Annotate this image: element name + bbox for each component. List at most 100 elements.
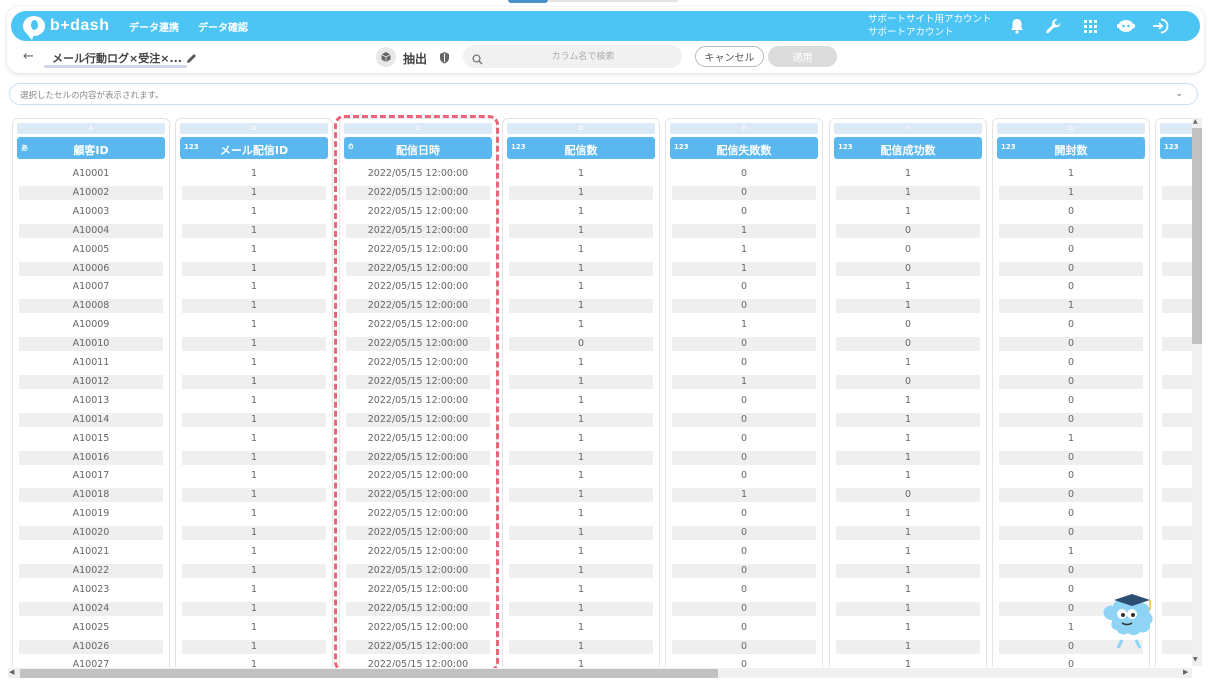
table-cell[interactable]: 1	[509, 205, 653, 219]
table-cell[interactable]: 0	[509, 337, 653, 352]
table-cell[interactable]: 2022/05/15 12:00:00	[346, 261, 490, 276]
table-cell[interactable]: 1	[836, 205, 980, 219]
table-cell[interactable]: A10009	[19, 318, 163, 332]
table-cell[interactable]: 1	[509, 280, 653, 294]
nav-link-data-check[interactable]: データ確認	[198, 19, 248, 34]
table-cell[interactable]: 1	[509, 394, 653, 408]
column-header[interactable]: 123 開封数	[997, 137, 1145, 159]
scroll-up-icon[interactable]: ▲	[1193, 118, 1198, 125]
table-cell[interactable]: 1	[509, 488, 653, 503]
table-cell[interactable]	[1162, 261, 1192, 276]
column-header[interactable]: 123 配信数	[507, 137, 655, 159]
table-cell[interactable]: 1	[182, 185, 326, 200]
column-letter[interactable]: D	[507, 123, 655, 134]
extract-label[interactable]: 抽出	[403, 50, 427, 67]
table-cell[interactable]: 1	[836, 299, 980, 314]
table-cell[interactable]: 1	[836, 563, 980, 578]
chevron-down-icon[interactable]: ⌄	[1175, 89, 1183, 99]
table-cell[interactable]: 2022/05/15 12:00:00	[346, 318, 490, 332]
table-cell[interactable]	[1162, 394, 1192, 408]
table-cell[interactable]: 1	[836, 469, 980, 483]
table-cell[interactable]: 1	[672, 318, 816, 332]
table-cell[interactable]	[1162, 280, 1192, 294]
table-cell[interactable]: A10027	[19, 658, 163, 667]
table-cell[interactable]: 1	[182, 243, 326, 257]
table-cell[interactable]: 0	[672, 205, 816, 219]
document-title[interactable]: メール行動ログ×受注×...	[52, 50, 182, 66]
table-cell[interactable]: 1	[182, 261, 326, 276]
vertical-scroll-thumb[interactable]	[1192, 128, 1202, 344]
cancel-button[interactable]: キャンセル	[695, 46, 764, 67]
table-cell[interactable]: 2022/05/15 12:00:00	[346, 185, 490, 200]
table-cell[interactable]: 2022/05/15 12:00:00	[346, 601, 490, 616]
table-cell[interactable]: 0	[999, 488, 1143, 503]
apply-button[interactable]: 適用	[768, 46, 837, 67]
table-cell[interactable]	[1162, 356, 1192, 370]
table-cell[interactable]: A10002	[19, 185, 163, 200]
table-cell[interactable]: 2022/05/15 12:00:00	[346, 545, 490, 559]
table-cell[interactable]: 1	[672, 374, 816, 389]
table-cell[interactable]: 1	[182, 469, 326, 483]
extract-cube-icon[interactable]	[376, 47, 396, 67]
table-cell[interactable]	[1162, 450, 1192, 465]
table-cell[interactable]: 2022/05/15 12:00:00	[346, 639, 490, 654]
table-cell[interactable]	[1162, 432, 1192, 446]
table-cell[interactable]: A10022	[19, 563, 163, 578]
table-cell[interactable]: 1	[836, 639, 980, 654]
pencil-icon[interactable]	[186, 49, 197, 68]
table-cell[interactable]: 1	[836, 394, 980, 408]
table-cell[interactable]: A10017	[19, 469, 163, 483]
table-cell[interactable]: 1	[182, 412, 326, 427]
filter-icon[interactable]	[439, 49, 450, 68]
table-cell[interactable]: 1	[672, 243, 816, 257]
table-cell[interactable]: 0	[672, 299, 816, 314]
table-cell[interactable]: 2022/05/15 12:00:00	[346, 526, 490, 541]
table-cell[interactable]	[1162, 167, 1192, 181]
table-cell[interactable]: 0	[672, 583, 816, 597]
table-cell[interactable]: 1	[509, 621, 653, 635]
table-cell[interactable]: 0	[672, 621, 816, 635]
table-cell[interactable]: 0	[672, 469, 816, 483]
table-cell[interactable]: 2022/05/15 12:00:00	[346, 223, 490, 238]
table-cell[interactable]: 1	[182, 223, 326, 238]
table-cell[interactable]: 1	[509, 507, 653, 521]
mascot-assistant-icon[interactable]	[1098, 590, 1160, 650]
table-cell[interactable]: 2022/05/15 12:00:00	[346, 337, 490, 352]
table-cell[interactable]: 0	[999, 469, 1143, 483]
table-cell[interactable]: 1	[509, 583, 653, 597]
table-cell[interactable]	[1162, 621, 1192, 635]
table-cell[interactable]: 0	[672, 280, 816, 294]
table-cell[interactable]: 1	[182, 658, 326, 667]
table-cell[interactable]: 0	[672, 601, 816, 616]
table-cell[interactable]: 2022/05/15 12:00:00	[346, 374, 490, 389]
table-cell[interactable]: A10014	[19, 412, 163, 427]
table-cell[interactable]: 2022/05/15 12:00:00	[346, 563, 490, 578]
table-cell[interactable]: A10005	[19, 243, 163, 257]
logout-icon[interactable]	[1151, 16, 1171, 36]
table-cell[interactable]: A10008	[19, 299, 163, 314]
table-cell[interactable]: 0	[672, 450, 816, 465]
table-cell[interactable]: 1	[999, 185, 1143, 200]
table-cell[interactable]: A10021	[19, 545, 163, 559]
table-cell[interactable]: 1	[509, 450, 653, 465]
table-cell[interactable]: A10019	[19, 507, 163, 521]
column-header[interactable]: 123 メール配信ID	[180, 137, 328, 159]
table-cell[interactable]: 1	[836, 432, 980, 446]
column-letter[interactable]: C	[344, 123, 492, 134]
table-cell[interactable]: 0	[672, 337, 816, 352]
table-cell[interactable]: 1	[509, 601, 653, 616]
table-cell[interactable]: 1	[182, 621, 326, 635]
table-cell[interactable]	[1162, 526, 1192, 541]
table-cell[interactable]: 0	[672, 545, 816, 559]
table-cell[interactable]: 0	[836, 488, 980, 503]
table-cell[interactable]: 0	[836, 261, 980, 276]
apps-grid-icon[interactable]	[1080, 16, 1100, 36]
table-cell[interactable]: 2022/05/15 12:00:00	[346, 450, 490, 465]
table-cell[interactable]	[1162, 507, 1192, 521]
table-cell[interactable]: 1	[182, 356, 326, 370]
table-cell[interactable]: 2022/05/15 12:00:00	[346, 394, 490, 408]
table-cell[interactable]: 1	[836, 583, 980, 597]
table-cell[interactable]: 0	[999, 356, 1143, 370]
table-cell[interactable]	[1162, 658, 1192, 667]
table-cell[interactable]	[1162, 563, 1192, 578]
